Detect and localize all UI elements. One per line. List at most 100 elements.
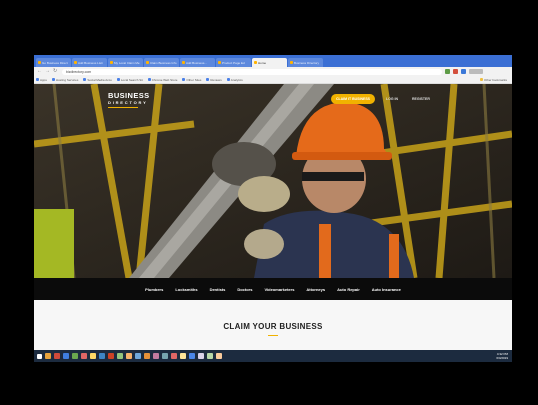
taskbar-app-icon[interactable] [99,353,105,359]
favicon-icon [110,61,113,64]
browser-tab[interactable]: Claim Business Info [144,58,179,67]
category-link[interactable]: Doctors [237,287,252,292]
heading-underline [268,335,278,336]
browser-tab[interactable]: Go Business Direct [36,58,71,67]
taskbar-app-icon[interactable] [135,353,141,359]
bookmark-item[interactable]: Apps [36,78,47,82]
browser-tab-active[interactable]: Home [252,58,287,67]
bookmark-label: Hosting Services [55,77,79,82]
bookmark-item[interactable]: Reviews [206,77,222,82]
folder-icon [479,78,483,81]
favicon-icon [146,61,149,64]
bookmark-item[interactable]: Chrome Web Store [147,77,178,82]
bookmark-item[interactable]: Analytics [226,77,243,82]
taskbar-app-icon[interactable] [171,353,177,359]
taskbar-app-icon[interactable] [153,353,159,359]
taskbar-app-icon[interactable] [54,353,60,359]
taskbar-app-icon[interactable] [162,353,168,359]
category-link[interactable]: Dentists [210,287,226,292]
browser-tab[interactable]: Add Business Listi [72,58,107,67]
taskbar-app-icon[interactable] [207,353,213,359]
taskbar-app-icon[interactable] [189,353,195,359]
favicon-icon [254,61,257,64]
favicon-icon [182,61,185,64]
logo-underline [108,107,138,108]
bookmark-label: Reviews [210,77,222,82]
profile-icon[interactable] [469,69,483,74]
extension-icon[interactable] [461,69,466,74]
taskbar-clock[interactable]: 4:32 PM 6/4/2019 [496,352,508,360]
forward-icon[interactable]: → [45,69,50,74]
extension-icon[interactable] [453,69,458,74]
bookmark-label: Other Sites [186,77,202,82]
extension-icon[interactable] [445,69,450,74]
taskbar-app-icon[interactable] [108,353,114,359]
bookmark-icon [51,78,55,81]
category-link[interactable]: Plumbers [145,287,163,292]
category-link[interactable]: Videomarketers [264,287,294,292]
taskbar-app-icon[interactable] [90,353,96,359]
bookmark-icon [147,78,151,81]
bookmark-label: Chrome Web Store [151,77,178,82]
category-link[interactable]: Locksmiths [175,287,197,292]
tab-label: Add Business Listi [78,60,103,65]
bookmark-item[interactable]: Other bookmarks [479,78,507,82]
category-nav: Plumbers Locksmiths Dentists Doctors Vid… [34,278,512,300]
address-bar: ← → ↻ bizdirectory.com [34,67,512,76]
taskbar-app-icon[interactable] [180,353,186,359]
favicon-icon [38,61,41,64]
site-logo[interactable]: BUSINESS DIRECTORY [108,92,150,108]
category-link[interactable]: Auto Insurance [372,287,401,292]
url-input[interactable]: bizdirectory.com [62,68,442,75]
claim-business-button[interactable]: CLAIM IT BUSINESS [331,94,375,104]
login-link[interactable]: LOG IN [386,97,398,101]
taskbar-app-icon[interactable] [126,353,132,359]
category-link[interactable]: Auto Repair [337,287,360,292]
taskbar-app-icon[interactable] [72,353,78,359]
bookmark-icon [116,78,120,81]
bookmark-icon [36,78,39,81]
bookmark-item[interactable]: Hosting Services [51,77,79,82]
taskbar-app-icon[interactable] [63,353,69,359]
tab-label: Go Business Direct [42,60,68,65]
bookmark-label: Analytics [230,77,243,82]
bookmark-icon [182,78,186,81]
browser-tab[interactable]: Product Page Ed [216,58,251,67]
bookmark-item[interactable]: Social Media Acco [83,78,112,82]
tab-label: Business Directory [294,60,320,65]
windows-taskbar: 4:32 PM 6/4/2019 [34,350,512,362]
claim-heading: CLAIM YOUR BUSINESS [223,322,323,331]
category-link[interactable]: Attorneys [306,287,325,292]
browser-tab[interactable]: My Local Claim Me [108,58,143,67]
logo-subtitle: DIRECTORY [108,100,148,105]
browser-tab[interactable]: Business Directory [288,58,323,67]
register-link[interactable]: REGISTER [412,97,430,101]
favicon-icon [74,61,77,64]
bookmark-item[interactable]: Other Sites [182,78,201,82]
bookmark-label: Local Search Sit [120,77,143,82]
tab-label: Product Page Ed [222,60,245,65]
bookmark-icon [83,78,87,81]
taskbar-app-icon[interactable] [198,353,204,359]
claim-section: CLAIM YOUR BUSINESS [34,300,512,350]
start-icon[interactable] [37,353,42,359]
taskbar-app-icon[interactable] [45,353,51,359]
back-icon[interactable]: ← [37,69,42,74]
browser-tab[interactable]: Add Business... [180,58,215,67]
logo-title: BUSINESS [108,91,150,100]
favicon-icon [290,61,293,64]
hero-banner: BUSINESS DIRECTORY CLAIM IT BUSINESS LOG… [34,84,512,278]
taskbar-app-icon[interactable] [117,353,123,359]
taskbar-app-icon[interactable] [81,353,87,359]
bookmark-icon [206,78,210,81]
tab-label: Home [258,60,267,65]
taskbar-app-icon[interactable] [144,353,150,359]
bookmark-item[interactable]: Local Search Sit [116,77,143,82]
tab-label: My Local Claim Me [114,60,140,65]
bookmark-label: Social Media Acco [87,77,112,82]
reload-icon[interactable]: ↻ [53,69,58,74]
taskbar-app-icon[interactable] [216,353,222,359]
tab-label: Claim Business Info [150,60,177,65]
favicon-icon [218,61,221,64]
bookmarks-bar: Apps Hosting Services Social Media Acco … [34,76,512,84]
